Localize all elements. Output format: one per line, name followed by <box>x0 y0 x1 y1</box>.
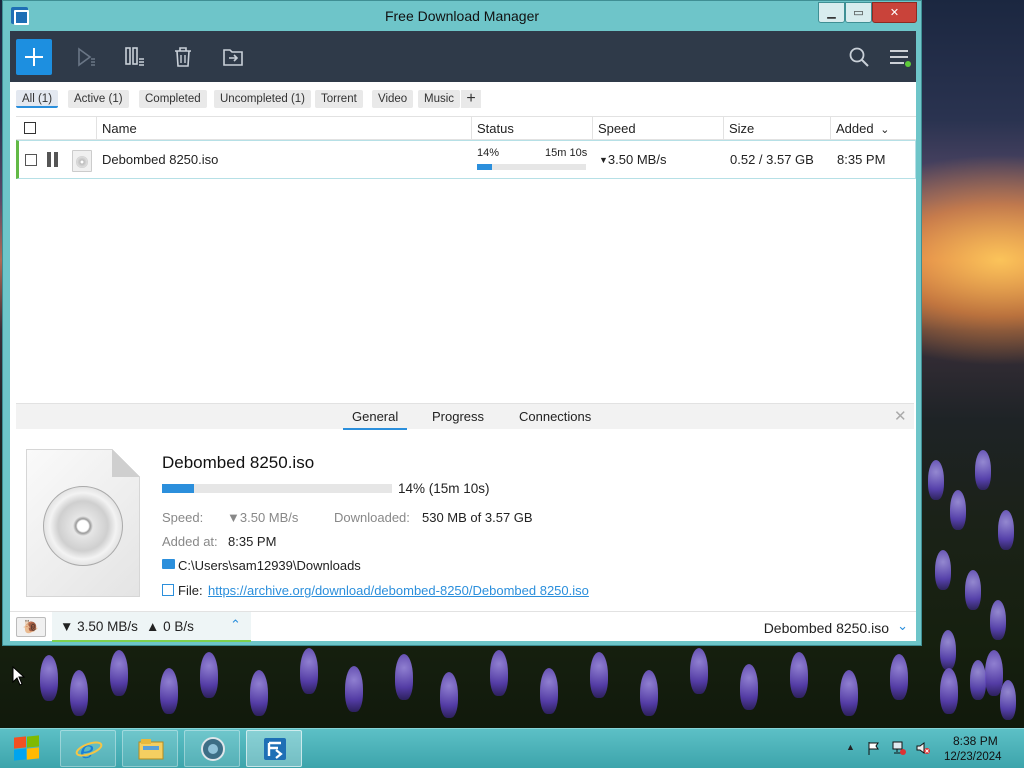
volume-muted-icon[interactable] <box>916 741 930 755</box>
internet-explorer-icon[interactable]: e <box>60 730 116 767</box>
file-label: File: <box>178 583 203 598</box>
filter-torrent[interactable]: Torrent <box>315 90 363 108</box>
file-explorer-icon[interactable] <box>122 730 178 767</box>
app-window: Free Download Manager ▁ ▭ ✕ All (1) Acti… <box>2 0 922 646</box>
details-tabs: General Progress Connections ✕ <box>16 403 914 430</box>
add-filter-button[interactable]: + <box>461 90 481 108</box>
window-title: Free Download Manager <box>384 8 540 24</box>
disc-icon <box>43 486 123 566</box>
close-button[interactable]: ✕ <box>872 2 917 23</box>
clock-time[interactable]: 8:38 PM <box>953 734 998 748</box>
downloaded-label: Downloaded: <box>334 510 410 525</box>
detail-progress-text: 14% (15m 10s) <box>398 481 490 496</box>
pause-icon[interactable] <box>47 152 59 167</box>
browser-icon[interactable] <box>184 730 240 767</box>
maximize-button[interactable]: ▭ <box>845 2 872 23</box>
resume-icon[interactable] <box>74 45 98 69</box>
downloaded-value: 530 MB of 3.57 GB <box>422 510 533 525</box>
chevron-down-icon[interactable]: ⌄ <box>897 618 908 634</box>
status-bar: 🐌 ▼ 3.50 MB/s ▲ 0 B/s ⌃ Debombed 8250.is… <box>10 611 916 642</box>
close-details-icon[interactable]: ✕ <box>894 407 907 425</box>
svg-text:e: e <box>80 736 94 762</box>
download-name: Debombed 8250.iso <box>102 152 219 167</box>
sort-descending-icon: ⌄ <box>880 124 890 136</box>
download-folder-path[interactable]: C:\Users\sam12939\Downloads <box>178 558 361 573</box>
filter-active[interactable]: Active (1) <box>68 90 129 108</box>
open-link-icon[interactable] <box>162 584 174 596</box>
details-panel: General Progress Connections ✕ Debombed … <box>16 403 914 608</box>
column-header-added-label: Added <box>836 121 874 136</box>
file-url-link[interactable]: https://archive.org/download/debombed-82… <box>208 583 589 598</box>
app-client-area: All (1) Active (1) Completed Uncompleted… <box>10 31 916 642</box>
total-download-speed: ▼ 3.50 MB/s <box>60 619 138 634</box>
total-upload-speed: ▲ 0 B/s <box>146 619 194 634</box>
add-download-icon[interactable] <box>16 39 52 75</box>
download-speed: ▼3.50 MB/s <box>599 152 666 167</box>
pause-all-icon[interactable] <box>123 45 147 69</box>
column-header-size[interactable]: Size <box>723 117 830 140</box>
minimize-button[interactable]: ▁ <box>818 2 845 23</box>
folder-icon[interactable] <box>162 559 175 569</box>
chevron-up-icon[interactable]: ⌃ <box>230 617 241 633</box>
column-header-speed[interactable]: Speed <box>592 117 723 140</box>
download-speed-value: 3.50 MB/s <box>607 152 667 167</box>
filter-tabs: All (1) Active (1) Completed Uncompleted… <box>10 87 916 111</box>
download-added-time: 8:35 PM <box>837 152 886 167</box>
title-bar[interactable]: Free Download Manager ▁ ▭ ✕ <box>3 1 921 31</box>
download-progress-bar <box>477 164 586 170</box>
column-header-name[interactable]: Name <box>96 117 471 140</box>
filter-video[interactable]: Video <box>372 90 414 108</box>
menu-icon[interactable] <box>887 45 911 69</box>
row-checkbox[interactable] <box>25 154 37 166</box>
detail-file-name: Debombed 8250.iso <box>162 453 315 472</box>
toolbar <box>10 31 916 82</box>
download-eta: 15m 10s <box>545 147 588 159</box>
wallpaper-flowers-bottom <box>0 640 1024 730</box>
select-all-checkbox[interactable] <box>24 122 36 134</box>
action-center-flag-icon[interactable] <box>867 741 881 755</box>
detail-progress-bar <box>162 484 392 493</box>
speed-mode-snail-icon[interactable]: 🐌 <box>16 617 46 637</box>
filter-uncompleted[interactable]: Uncompleted (1) <box>214 90 312 108</box>
tab-connections[interactable]: Connections <box>519 409 591 430</box>
search-icon[interactable] <box>847 45 871 69</box>
detail-progress-fill <box>162 484 195 493</box>
filter-all[interactable]: All (1) <box>16 90 59 108</box>
table-row[interactable]: Debombed 8250.iso 14% 15m 10s ▼3.50 MB/s… <box>16 140 916 179</box>
current-file-name[interactable]: Debombed 8250.iso <box>764 620 889 636</box>
table-header: Name Status Speed Size Added ⌄ <box>16 116 916 140</box>
speed-value: ▼3.50 MB/s <box>227 510 299 525</box>
added-at-label: Added at: <box>162 534 218 549</box>
move-to-folder-icon[interactable] <box>221 45 245 69</box>
network-icon[interactable] <box>892 741 906 755</box>
column-header-status[interactable]: Status <box>471 117 592 140</box>
column-header-added[interactable]: Added ⌄ <box>830 117 916 140</box>
filter-music[interactable]: Music <box>418 90 461 108</box>
large-file-icon <box>26 449 140 597</box>
delete-icon[interactable] <box>171 45 195 69</box>
speed-label: Speed: <box>162 510 204 525</box>
download-arrow-icon: ▼ <box>599 155 608 165</box>
download-percent: 14% <box>477 147 500 159</box>
tab-general[interactable]: General <box>343 409 408 430</box>
download-size: 0.52 / 3.57 GB <box>730 152 814 167</box>
start-button[interactable] <box>12 735 42 763</box>
free-download-manager-icon[interactable] <box>246 730 302 767</box>
windows-logo-icon <box>14 736 26 749</box>
added-at-value: 8:35 PM <box>228 534 277 549</box>
disc-image-file-icon <box>72 150 92 172</box>
taskbar: e ▲ 8:38 PM 12/23/2024 <box>0 728 1024 768</box>
tab-progress[interactable]: Progress <box>432 409 484 430</box>
download-progress-fill <box>477 164 493 170</box>
show-hidden-icons-chevron[interactable]: ▲ <box>846 742 860 756</box>
filter-completed[interactable]: Completed <box>139 90 207 108</box>
speed-summary[interactable]: ▼ 3.50 MB/s ▲ 0 B/s ⌃ <box>52 612 251 642</box>
clock-date[interactable]: 12/23/2024 <box>944 751 1002 763</box>
